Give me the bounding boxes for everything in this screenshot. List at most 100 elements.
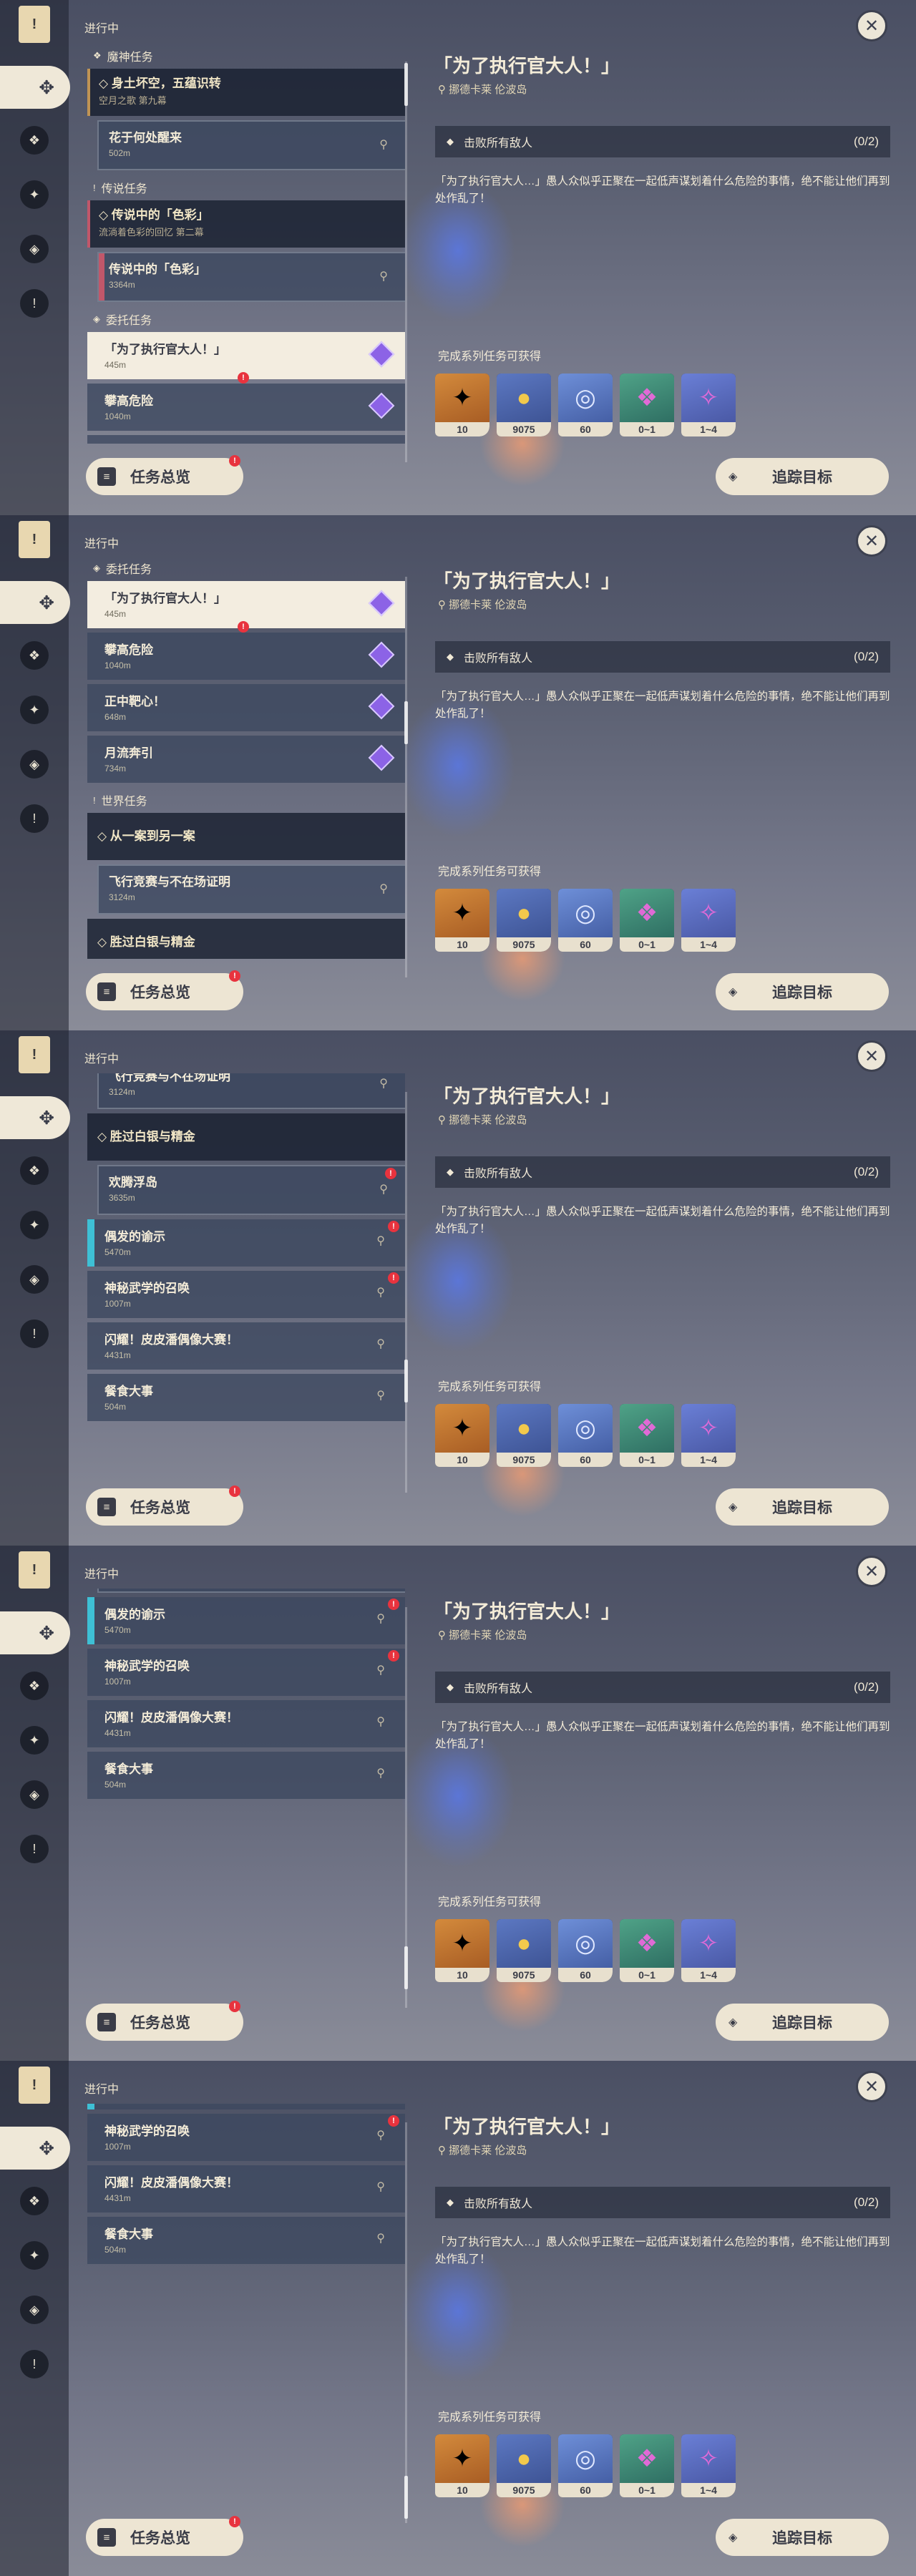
story-quest-filter[interactable]: ✦ xyxy=(20,2241,49,2270)
reward-item[interactable]: ✦ 10 xyxy=(435,2434,489,2497)
quest-book-icon[interactable]: ! xyxy=(19,2067,50,2104)
quest-list-scrollbar-thumb[interactable] xyxy=(404,701,408,744)
quest-list[interactable]: ❖魔神任务◇ 身土坏空，五蕴识转空月之歌 第九幕花于何处醒来502m⚲!传说任务… xyxy=(80,2104,405,2504)
reward-item[interactable]: ✧ 1~4 xyxy=(681,2434,736,2497)
quest-legend-main[interactable]: ◇ 传说中的「色彩」 流淌着色彩的回忆 第二幕 xyxy=(87,200,405,248)
all-quests-tab[interactable]: ✥ xyxy=(0,1096,70,1139)
reward-item[interactable]: ◎ 60 xyxy=(558,374,613,436)
commission-filter[interactable]: ! xyxy=(20,1835,49,1863)
quest-overview-button[interactable]: ≡ 任务总览 ! xyxy=(86,2001,243,2041)
archon-quest-filter[interactable]: ❖ xyxy=(20,1672,49,1700)
reward-item[interactable]: ✧ 1~4 xyxy=(681,374,736,436)
reward-item[interactable]: ✧ 1~4 xyxy=(681,1404,736,1467)
quest-event[interactable]: 神秘武学的召唤 1007m ⚲! xyxy=(87,2114,405,2161)
reward-item[interactable]: ❖ 0~1 xyxy=(620,889,674,952)
archon-quest-filter[interactable]: ❖ xyxy=(20,641,49,670)
commission-filter[interactable]: ! xyxy=(20,1319,49,1348)
quest-archon-main[interactable]: ◇ 身土坏空，五蕴识转 空月之歌 第九幕 xyxy=(87,69,405,116)
quest-list[interactable]: ❖魔神任务◇ 身土坏空，五蕴识转空月之歌 第九幕花于何处醒来502m⚲!传说任务… xyxy=(80,1589,405,1989)
quest-event[interactable]: 闪耀！皮皮潘偶像大赛！ 4431m ⚲ xyxy=(87,2165,405,2212)
quest-commission-selected[interactable]: 「为了执行官大人！」 445m! xyxy=(87,332,405,384)
archon-quest-filter[interactable]: ❖ xyxy=(20,1156,49,1185)
story-quest-filter[interactable]: ✦ xyxy=(20,696,49,724)
reward-item[interactable]: ❖ 0~1 xyxy=(620,1919,674,1982)
world-quest-filter[interactable]: ◈ xyxy=(20,235,49,263)
close-button[interactable]: ✕ xyxy=(856,1040,887,1072)
reward-item[interactable]: ● 9075 xyxy=(497,1404,551,1467)
reward-item[interactable]: ✦ 10 xyxy=(435,1919,489,1982)
all-quests-tab[interactable]: ✥ xyxy=(0,581,70,624)
reward-item[interactable]: ✦ 10 xyxy=(435,1404,489,1467)
commission-filter[interactable]: ! xyxy=(20,289,49,318)
quest-event[interactable]: 闪耀！皮皮潘偶像大赛！ 4431m ⚲ xyxy=(87,1700,405,1747)
quest-commission[interactable]: 正中靶心！648m xyxy=(87,684,405,731)
track-target-button[interactable]: ◈ 追踪目标 xyxy=(716,1488,889,1526)
world-quest-filter[interactable]: ◈ xyxy=(20,2296,49,2324)
quest-list[interactable]: ❖魔神任务◇ 身土坏空，五蕴识转空月之歌 第九幕花于何处醒来502m⚲!传说任务… xyxy=(80,43,405,444)
quest-overview-button[interactable]: ≡ 任务总览 ! xyxy=(86,970,243,1010)
quest-list-scrollbar-thumb[interactable] xyxy=(404,1946,408,1989)
quest-commission[interactable]: 攀高危险 1040m xyxy=(87,633,405,680)
track-target-button[interactable]: ◈ 追踪目标 xyxy=(716,458,889,495)
quest-world-sub[interactable]: 欢腾浮岛3635m⚲! xyxy=(97,1165,405,1215)
track-target-button[interactable]: ◈ 追踪目标 xyxy=(716,973,889,1010)
all-quests-tab[interactable]: ✥ xyxy=(0,2127,70,2170)
quest-event[interactable]: 闪耀！皮皮潘偶像大赛！ 4431m ⚲ xyxy=(87,1322,405,1370)
quest-book-icon[interactable]: ! xyxy=(19,521,50,558)
quest-list-scrollbar-thumb[interactable] xyxy=(404,2476,408,2519)
close-button[interactable]: ✕ xyxy=(856,2071,887,2102)
reward-item[interactable]: ◎ 60 xyxy=(558,889,613,952)
reward-item[interactable]: ❖ 0~1 xyxy=(620,374,674,436)
quest-commission-selected[interactable]: 「为了执行官大人！」 445m! xyxy=(87,581,405,633)
all-quests-tab[interactable]: ✥ xyxy=(0,66,70,109)
quest-archon-sub[interactable]: 花于何处醒来 502m ⚲ xyxy=(97,120,405,170)
reward-item[interactable]: ❖ 0~1 xyxy=(620,1404,674,1467)
quest-legend-sub[interactable]: 传说中的「色彩」 3364m ⚲ xyxy=(97,252,405,302)
reward-item[interactable]: ● 9075 xyxy=(497,374,551,436)
quest-commission[interactable]: 月流奔引 734m xyxy=(87,736,405,783)
reward-item[interactable]: ◎ 60 xyxy=(558,2434,613,2497)
quest-list[interactable]: ❖魔神任务◇ 身土坏空，五蕴识转空月之歌 第九幕花于何处醒来502m⚲!传说任务… xyxy=(80,558,405,959)
reward-item[interactable]: ● 9075 xyxy=(497,889,551,952)
quest-event[interactable]: 神秘武学的召唤 1007m ⚲! xyxy=(87,1271,405,1318)
quest-event[interactable]: 偶发的谕示5470m⚲! xyxy=(87,1597,405,1644)
reward-item[interactable]: ● 9075 xyxy=(497,2434,551,2497)
quest-event[interactable]: 餐食大事 504m ⚲ xyxy=(87,1752,405,1799)
archon-quest-filter[interactable]: ❖ xyxy=(20,2187,49,2215)
quest-book-icon[interactable]: ! xyxy=(19,6,50,43)
quest-overview-button[interactable]: ≡ 任务总览 ! xyxy=(86,455,243,495)
all-quests-tab[interactable]: ✥ xyxy=(0,1611,70,1654)
quest-overview-button[interactable]: ≡ 任务总览 ! xyxy=(86,1485,243,1526)
close-button[interactable]: ✕ xyxy=(856,1556,887,1587)
track-target-button[interactable]: ◈ 追踪目标 xyxy=(716,2004,889,2041)
world-quest-filter[interactable]: ◈ xyxy=(20,1265,49,1294)
quest-event[interactable]: 餐食大事 504m ⚲ xyxy=(87,1374,405,1421)
quest-world-main[interactable]: ◇ 从一案到另一案 xyxy=(87,813,405,860)
quest-book-icon[interactable]: ! xyxy=(19,1036,50,1073)
track-target-button[interactable]: ◈ 追踪目标 xyxy=(716,2519,889,2556)
story-quest-filter[interactable]: ✦ xyxy=(20,180,49,209)
quest-overview-button[interactable]: ≡ 任务总览 ! xyxy=(86,2516,243,2556)
quest-event[interactable]: 神秘武学的召唤 1007m ⚲! xyxy=(87,1649,405,1696)
reward-item[interactable]: ❖ 0~1 xyxy=(620,2434,674,2497)
quest-world-sub[interactable]: 飞行竞赛与不在场证明 3124m ⚲ xyxy=(97,864,405,914)
quest-book-icon[interactable]: ! xyxy=(19,1551,50,1589)
quest-event[interactable]: 餐食大事 504m ⚲ xyxy=(87,2217,405,2264)
quest-list[interactable]: ❖魔神任务◇ 身土坏空，五蕴识转空月之歌 第九幕花于何处醒来502m⚲!传说任务… xyxy=(80,1073,405,1474)
reward-item[interactable]: ✧ 1~4 xyxy=(681,1919,736,1982)
reward-item[interactable]: ● 9075 xyxy=(497,1919,551,1982)
quest-world-main[interactable]: ◇ 胜过白银与精金 xyxy=(87,919,405,959)
close-button[interactable]: ✕ xyxy=(856,525,887,557)
reward-item[interactable]: ✦ 10 xyxy=(435,374,489,436)
story-quest-filter[interactable]: ✦ xyxy=(20,1211,49,1239)
quest-commission[interactable]: 正中靶心！648m xyxy=(87,435,405,444)
quest-list-scrollbar-thumb[interactable] xyxy=(404,63,408,106)
quest-event[interactable]: 偶发的谕示5470m⚲! xyxy=(87,2104,405,2109)
quest-world-sub[interactable]: 飞行竞赛与不在场证明 3124m ⚲ xyxy=(97,1073,405,1109)
archon-quest-filter[interactable]: ❖ xyxy=(20,126,49,155)
quest-world-sub[interactable]: 欢腾浮岛3635m⚲! xyxy=(97,1589,405,1593)
quest-world-main[interactable]: ◇ 胜过白银与精金 xyxy=(87,1113,405,1161)
commission-filter[interactable]: ! xyxy=(20,2350,49,2379)
reward-item[interactable]: ✦ 10 xyxy=(435,889,489,952)
quest-commission[interactable]: 攀高危险 1040m xyxy=(87,384,405,431)
